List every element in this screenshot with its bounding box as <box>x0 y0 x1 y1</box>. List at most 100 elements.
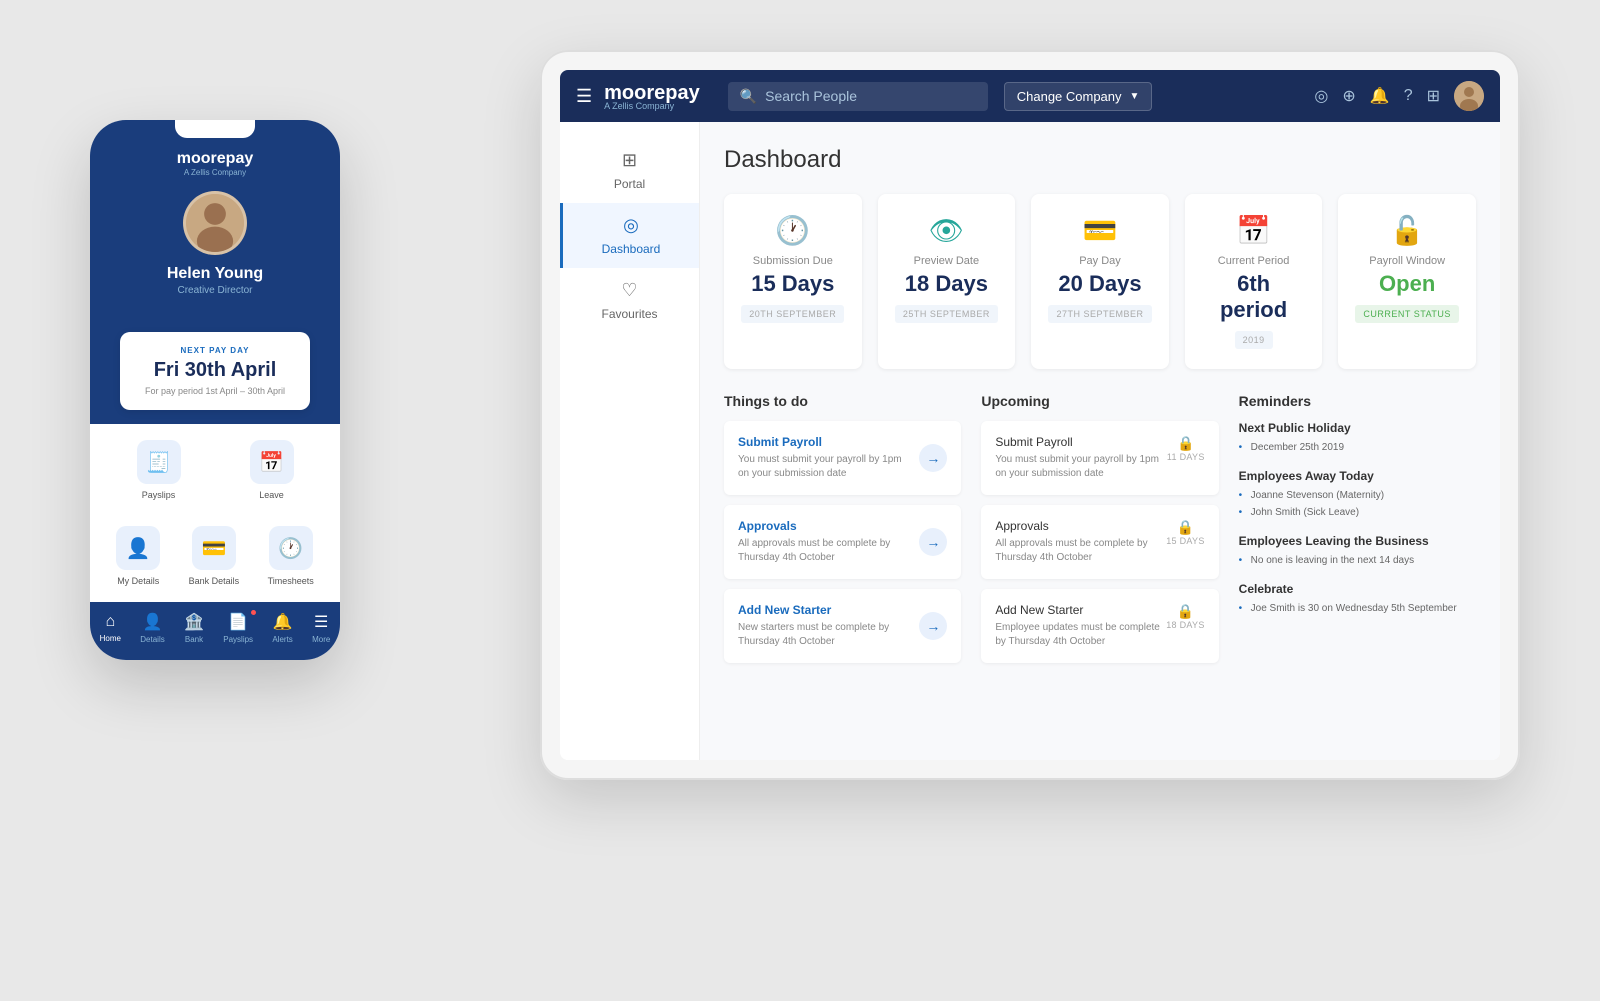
todo-arrow-new-starter[interactable]: → <box>919 612 947 640</box>
portal-icon: ⊞ <box>622 150 637 171</box>
todo-item-new-starter[interactable]: Add New Starter New starters must be com… <box>724 589 961 663</box>
phone-nav-payslips[interactable]: 📄 Payslips <box>223 612 253 644</box>
sidebar-item-dashboard[interactable]: ◎ Dashboard <box>560 203 699 268</box>
main-content: Dashboard 🕐 Submission Due 15 Days 20TH … <box>700 122 1500 760</box>
timesheets-label: Timesheets <box>268 576 314 586</box>
reminder-heading-celebrate: Celebrate <box>1239 582 1476 596</box>
change-company-button[interactable]: Change Company ▼ <box>1004 82 1153 111</box>
todo-arrow-submit[interactable]: → <box>919 444 947 472</box>
bell-icon[interactable]: 🔔 <box>1370 86 1390 106</box>
payslips-badge <box>250 609 257 616</box>
reminder-heading-away: Employees Away Today <box>1239 469 1476 483</box>
plus-icon[interactable]: ⊕ <box>1342 86 1355 106</box>
todo-arrow-approvals[interactable]: → <box>919 528 947 556</box>
more-icon: ☰ <box>314 612 328 632</box>
tablet-navbar: ☰ moorepay A Zellis Company 🔍 Search Peo… <box>560 70 1500 122</box>
stat-date-payday: 27TH SEPTEMBER <box>1048 305 1151 323</box>
lock-icon-submit: 🔒 <box>1177 435 1194 452</box>
phone-nav-alerts[interactable]: 🔔 Alerts <box>272 612 292 644</box>
tablet: ☰ moorepay A Zellis Company 🔍 Search Peo… <box>540 50 1520 780</box>
stat-card-period: 📅 Current Period 6th period 2019 <box>1185 194 1323 369</box>
grid-icon[interactable]: ⊞ <box>1427 86 1440 106</box>
stat-label-period: Current Period <box>1218 255 1290 267</box>
reminder-item-holiday: December 25th 2019 <box>1239 441 1476 455</box>
stat-label-preview: Preview Date <box>914 255 979 267</box>
stat-value-payroll: Open <box>1379 271 1435 297</box>
todo-item-approvals[interactable]: Approvals All approvals must be complete… <box>724 505 961 579</box>
upcoming-item-submit: Submit Payroll You must submit your payr… <box>981 421 1218 495</box>
clock-icon: 🕐 <box>775 214 810 247</box>
phone-action-leave[interactable]: 📅 Leave <box>250 440 294 500</box>
todo-title-new-starter: Add New Starter <box>738 603 909 617</box>
reminder-item-celebrate: Joe Smith is 30 on Wednesday 5th Septemb… <box>1239 602 1476 616</box>
phone-nav-details[interactable]: 👤 Details <box>140 612 164 644</box>
upcoming-desc-new-starter: Employee updates must be complete by Thu… <box>995 621 1166 649</box>
reminder-heading-holiday: Next Public Holiday <box>1239 421 1476 435</box>
todo-item-submit-payroll[interactable]: Submit Payroll You must submit your payr… <box>724 421 961 495</box>
phone-action-bank-details[interactable]: 💳 Bank Details <box>189 526 240 586</box>
payday-day: Fri 30th April <box>134 359 296 382</box>
phone-logo: moorepay <box>177 150 253 167</box>
phone-nav-home[interactable]: ⌂ Home <box>100 613 121 643</box>
payslips-icon: 🧾 <box>137 440 181 484</box>
reminder-leaving: Employees Leaving the Business No one is… <box>1239 534 1476 568</box>
user-avatar[interactable] <box>1454 81 1484 111</box>
alerts-icon: 🔔 <box>273 612 293 632</box>
payday-period: For pay period 1st April – 30th April <box>134 386 296 396</box>
reminder-item-away-2: John Smith (Sick Leave) <box>1239 506 1476 520</box>
search-bar[interactable]: 🔍 Search People <box>728 82 988 111</box>
phone-header: moorepay A Zellis Company Helen Young Cr… <box>90 120 340 316</box>
phone-payday-card: NEXT PAY DAY Fri 30th April For pay peri… <box>120 332 310 410</box>
stat-label-payday: Pay Day <box>1079 255 1121 267</box>
leave-icon: 📅 <box>250 440 294 484</box>
payslips-nav-label: Payslips <box>223 635 253 644</box>
reminder-item-away-1: Joanne Stevenson (Maternity) <box>1239 489 1476 503</box>
reminder-public-holiday: Next Public Holiday December 25th 2019 <box>1239 421 1476 455</box>
favourites-icon: ♡ <box>621 280 637 301</box>
reminder-away-today: Employees Away Today Joanne Stevenson (M… <box>1239 469 1476 520</box>
help-icon[interactable]: ? <box>1404 87 1413 105</box>
phone-user-role: Creative Director <box>110 285 320 296</box>
unlock-icon: 🔓 <box>1390 214 1425 247</box>
compass-icon[interactable]: ◎ <box>1314 86 1328 106</box>
stat-date-payroll: CURRENT STATUS <box>1355 305 1459 323</box>
phone-action-payslips[interactable]: 🧾 Payslips <box>137 440 181 500</box>
home-label: Home <box>100 634 121 643</box>
phone: moorepay A Zellis Company Helen Young Cr… <box>90 120 340 660</box>
nav-icons-group: ◎ ⊕ 🔔 ? ⊞ <box>1314 81 1484 111</box>
phone-action-my-details[interactable]: 👤 My Details <box>116 526 160 586</box>
wallet-icon: 💳 <box>1083 214 1118 247</box>
stat-card-payroll-window: 🔓 Payroll Window Open CURRENT STATUS <box>1338 194 1476 369</box>
days-count-new-starter: 18 DAYS <box>1166 620 1204 630</box>
sidebar-item-portal[interactable]: ⊞ Portal <box>560 138 699 203</box>
scene: ☰ moorepay A Zellis Company 🔍 Search Peo… <box>0 0 1600 1001</box>
phone-action-timesheets[interactable]: 🕐 Timesheets <box>268 526 314 586</box>
page-title: Dashboard <box>724 146 1476 174</box>
phone-actions-row-2: 👤 My Details 💳 Bank Details 🕐 Timesheets <box>102 510 328 596</box>
dashboard-icon: ◎ <box>623 215 639 236</box>
reminders-title: Reminders <box>1239 393 1476 409</box>
phone-inner: moorepay A Zellis Company Helen Young Cr… <box>90 120 340 660</box>
phone-logo-block: moorepay A Zellis Company <box>110 150 320 177</box>
alerts-label: Alerts <box>272 635 292 644</box>
payslips-nav-icon: 📄 <box>228 612 248 632</box>
todo-desc-submit: You must submit your payroll by 1pm on y… <box>738 453 909 481</box>
stats-row: 🕐 Submission Due 15 Days 20TH SEPTEMBER … <box>724 194 1476 369</box>
my-details-label: My Details <box>117 576 159 586</box>
payslips-label: Payslips <box>142 490 176 500</box>
phone-actions-row-1: 🧾 Payslips 📅 Leave <box>102 424 328 510</box>
phone-notch <box>175 120 255 138</box>
details-label: Details <box>140 635 164 644</box>
phone-nav-bank[interactable]: 🏦 Bank <box>184 612 204 644</box>
reminders-section: Reminders Next Public Holiday December 2… <box>1239 393 1476 673</box>
phone-user-name: Helen Young <box>110 265 320 283</box>
sidebar-item-favourites[interactable]: ♡ Favourites <box>560 268 699 333</box>
sidebar-item-label: Favourites <box>601 307 657 321</box>
phone-bottom-nav: ⌂ Home 👤 Details 🏦 Bank 📄 Payslips <box>90 602 340 660</box>
hamburger-icon[interactable]: ☰ <box>576 86 592 107</box>
phone-nav-more[interactable]: ☰ More <box>312 612 330 644</box>
upcoming-desc-approvals: All approvals must be complete by Thursd… <box>995 537 1166 565</box>
stat-card-submission: 🕐 Submission Due 15 Days 20TH SEPTEMBER <box>724 194 862 369</box>
stat-date-period: 2019 <box>1235 331 1273 349</box>
upcoming-title: Upcoming <box>981 393 1218 409</box>
